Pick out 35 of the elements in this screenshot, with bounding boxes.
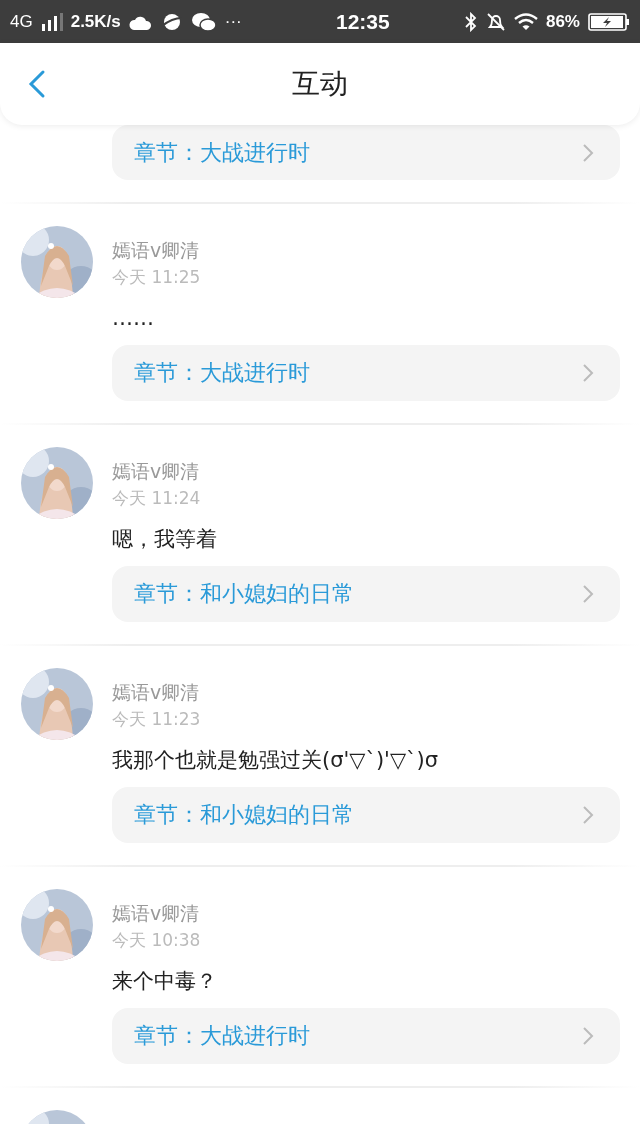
chevron-right-icon [582,363,594,383]
post-time: 今天 10:38 [112,929,201,952]
chevron-right-icon [582,805,594,825]
wifi-icon [513,12,538,31]
battery-charging-icon [588,12,630,31]
page-title: 互动 [292,66,348,102]
chevron-right-icon [582,142,594,163]
bluetooth-icon [463,11,478,32]
network-type: 4G [10,11,33,32]
bell-off-icon [485,11,506,32]
chevron-right-icon [582,1026,594,1046]
clock-time: 12:35 [336,9,390,34]
post-time: 今天 11:25 [112,266,201,289]
chapter-link[interactable]: 章节：大战进行时 [112,125,620,180]
user-name[interactable]: 嫣语v卿清 [112,238,201,262]
comment-text: 嗯，我等着 [112,526,218,553]
comment-text: 我那个也就是勉强过关(σ'▽`)'▽`)σ [112,747,440,774]
user-name[interactable]: 嫣语v卿清 [112,680,201,704]
chapter-link[interactable]: 章节：和小媳妇的日常 [112,787,620,843]
comment-text: …… [112,305,155,332]
post-time: 今天 11:24 [112,487,201,510]
chat-bubbles-icon [190,11,217,32]
more-indicator: ··· [224,11,242,32]
network-speed: 2.5K/s [70,11,121,32]
chevron-right-icon [582,584,594,604]
chapter-link[interactable]: 章节：和小媳妇的日常 [112,566,620,622]
back-chevron-icon [28,69,46,99]
user-name[interactable]: 嫣语v卿清 [112,459,201,483]
chapter-link[interactable]: 章节：大战进行时 [112,1008,620,1064]
post-time: 今天 11:23 [112,708,201,731]
user-name[interactable]: 嫣语v卿清 [112,901,201,925]
signal-icon [40,12,63,31]
chapter-link[interactable]: 章节：大战进行时 [112,345,620,401]
comment-text: 来个中毒？ [112,968,218,995]
battery-percent: 86% [545,11,580,32]
